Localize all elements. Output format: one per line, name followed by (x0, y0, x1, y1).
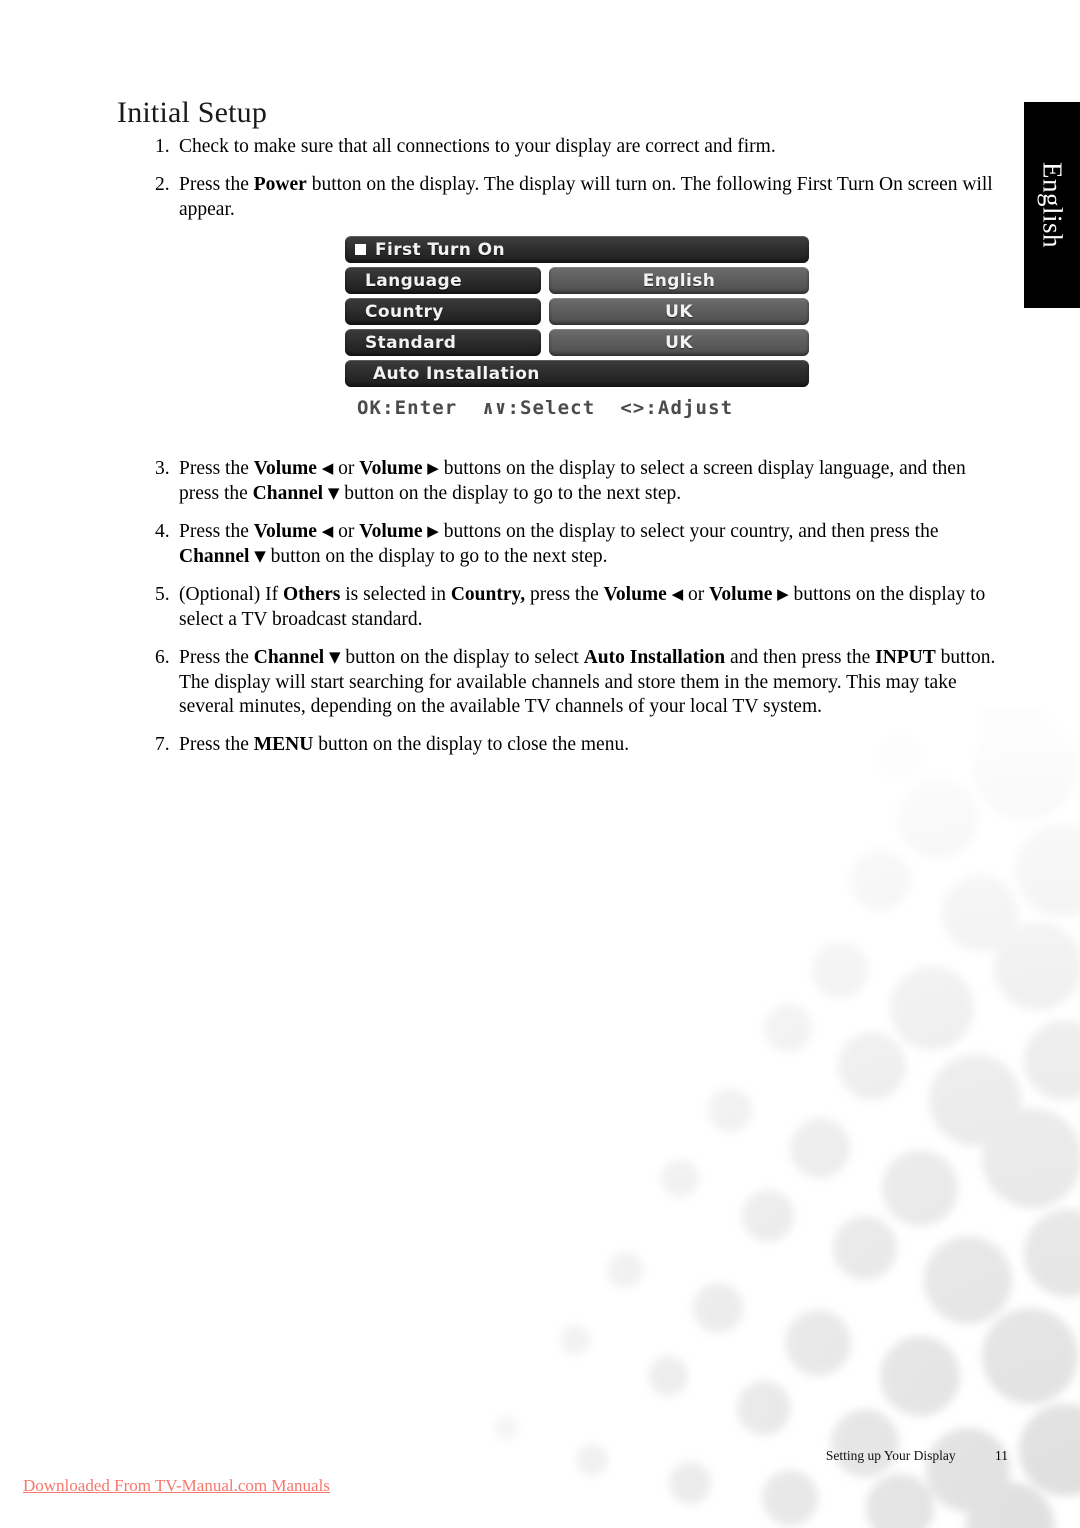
setup-steps-list: 1. Check to make sure that all connection… (155, 135, 1005, 771)
direction-arrow-icon: ▼ (324, 647, 341, 666)
setup-step-5: 5. (Optional) If Others is selected in Co… (155, 583, 1005, 633)
direction-arrow-icon: ◀ (316, 458, 334, 477)
square-bullet-icon (355, 244, 366, 255)
step-text-fragment: Channel (179, 545, 250, 567)
download-source-link[interactable]: Downloaded From TV-Manual.com Manuals (23, 1476, 330, 1496)
step-text-fragment: button on the display to go to the next … (265, 545, 608, 567)
step-text-fragment: Volume (359, 457, 423, 479)
step-text-fragment: Volume (253, 520, 317, 542)
step-text: Check to make sure that all connections … (179, 135, 1005, 160)
osd-row-country[interactable]: Country UK (345, 298, 809, 325)
step-text: Press the Power button on the display. T… (179, 173, 1005, 223)
step-text-fragment: Auto Installation (583, 646, 726, 668)
step-text-fragment: Volume (709, 583, 773, 605)
step-text-fragment: Press the (179, 734, 254, 756)
language-side-tab-label: English (1037, 161, 1068, 249)
step-text-fragment: button on the display to close the menu. (313, 734, 630, 756)
footer-page-number: 11 (995, 1448, 1008, 1463)
step-number: 3. (155, 457, 170, 479)
osd-first-turn-on-menu: First Turn On Language English Country U… (345, 236, 809, 419)
step-number: 5. (155, 583, 170, 605)
step-text-fragment: Channel (252, 482, 324, 504)
step-text-fragment: Volume (253, 457, 317, 479)
step-text-fragment: press the (525, 583, 604, 605)
setup-step-1: 1. Check to make sure that all connection… (155, 135, 1005, 160)
step-text: Press the Volume ◀ or Volume ▶ buttons o… (179, 457, 1005, 507)
step-number: 7. (155, 734, 170, 756)
direction-arrow-icon: ▶ (422, 458, 439, 477)
osd-row-language[interactable]: Language English (345, 267, 809, 294)
step-text: (Optional) If Others is selected in Coun… (179, 583, 1005, 633)
step-text: Press the MENU button on the display to … (179, 733, 1005, 758)
direction-arrow-icon: ▶ (772, 584, 789, 603)
direction-arrow-icon: ▼ (323, 483, 340, 502)
step-number: 2. (155, 173, 170, 195)
step-number: 4. (155, 520, 170, 542)
osd-label-auto-installation[interactable]: Auto Installation (345, 360, 809, 387)
direction-arrow-icon: ◀ (666, 584, 684, 603)
language-side-tab: English (1024, 102, 1080, 308)
direction-arrow-icon: ▶ (422, 521, 439, 540)
step-text: Press the Channel ▼ button on the displa… (179, 646, 1005, 721)
step-text-fragment: buttons on the display to select your co… (438, 520, 939, 542)
footer-section-title: Setting up Your Display (825, 1448, 956, 1463)
osd-key-legend: OK:Enter ∧∨:Select <>:Adjust (357, 397, 734, 419)
step-text-fragment: Check to make sure that all connections … (179, 136, 776, 157)
step-text-fragment: or (333, 520, 360, 542)
step-text-fragment: MENU (253, 734, 314, 756)
step-text-fragment: button on the display to select (340, 646, 584, 668)
step-text-fragment: Press the (179, 173, 254, 195)
step-text-fragment: Volume (359, 520, 423, 542)
setup-step-6: 6. Press the Channel ▼ button on the disp… (155, 646, 1005, 721)
setup-step-7: 7. Press the MENU button on the display t… (155, 733, 1005, 758)
setup-step-2: 2. Press the Power button on the display.… (155, 173, 1005, 223)
osd-label-language: Language (345, 267, 541, 294)
osd-title-row: First Turn On (345, 236, 809, 263)
osd-label-standard: Standard (345, 329, 541, 356)
page-footer: Setting up Your Display 11 (0, 1448, 1008, 1464)
step-text-fragment: Press the (179, 646, 254, 668)
document-page: Initial Setup English 1. Check to make su… (0, 0, 1080, 1528)
osd-row-standard[interactable]: Standard UK (345, 329, 809, 356)
step-text: Press the Volume ◀ or Volume ▶ buttons o… (179, 520, 1005, 570)
osd-value-language[interactable]: English (549, 267, 809, 294)
step-text-fragment: Press the (179, 520, 254, 542)
step-text-fragment: Country, (450, 583, 526, 605)
step-text-fragment: or (683, 583, 710, 605)
setup-step-3: 3. Press the Volume ◀ or Volume ▶ buttons… (155, 457, 1005, 507)
step-text-fragment: Channel (253, 646, 325, 668)
osd-row-auto-installation[interactable]: Auto Installation (345, 360, 809, 387)
step-text-fragment: is selected in (340, 583, 451, 605)
step-text-fragment: and then press the (725, 646, 876, 668)
osd-value-standard[interactable]: UK (549, 329, 809, 356)
step-text-fragment: Power (253, 173, 307, 195)
step-text-fragment: INPUT (875, 646, 936, 668)
setup-step-4: 4. Press the Volume ◀ or Volume ▶ buttons… (155, 520, 1005, 570)
step-number: 6. (155, 646, 170, 668)
step-text-fragment: Volume (603, 583, 667, 605)
osd-value-country[interactable]: UK (549, 298, 809, 325)
osd-title-cell: First Turn On (345, 236, 809, 263)
step-text-fragment: Others (282, 583, 341, 605)
step-text-fragment: or (333, 457, 360, 479)
direction-arrow-icon: ◀ (316, 521, 334, 540)
page-title: Initial Setup (117, 96, 268, 129)
direction-arrow-icon: ▼ (249, 546, 266, 565)
step-number: 1. (155, 136, 170, 157)
osd-title-text: First Turn On (375, 239, 505, 260)
step-text-fragment: Press the (179, 457, 254, 479)
step-text-fragment: button on the display to go to the next … (339, 482, 682, 504)
step-text-fragment: (Optional) If (179, 583, 283, 605)
osd-label-country: Country (345, 298, 541, 325)
